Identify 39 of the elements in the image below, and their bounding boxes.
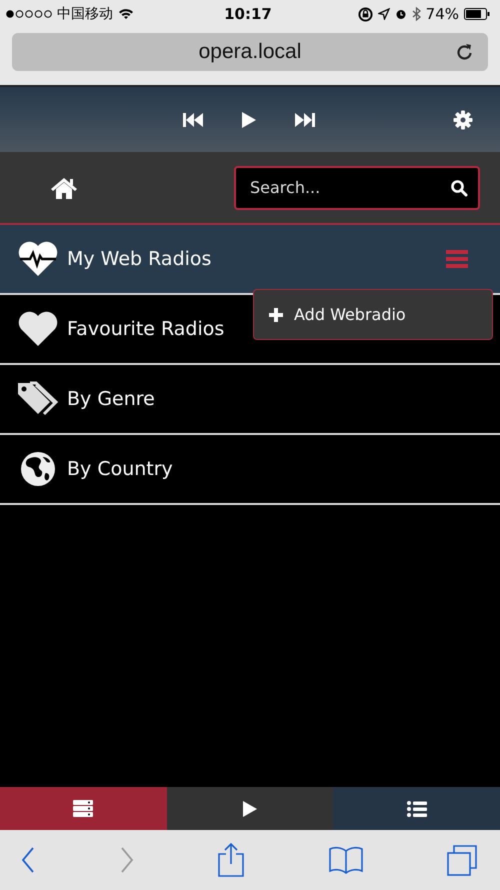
add-webradio-menu-item[interactable]: Add Webradio (254, 305, 406, 324)
carrier-name: 中国移动 (57, 5, 113, 23)
settings-button[interactable] (453, 110, 473, 130)
search-field[interactable]: Search... (234, 166, 480, 210)
reload-icon[interactable] (456, 42, 474, 62)
wifi-icon (118, 8, 134, 20)
globe-icon (20, 451, 56, 487)
bottom-tab[interactable] (333, 787, 500, 830)
home-button[interactable] (50, 176, 78, 200)
heartbeat-icon (16, 240, 58, 278)
heart-icon (16, 311, 58, 347)
previous-button[interactable] (182, 110, 204, 128)
menu-item-label: Favourite Radios (67, 318, 224, 340)
share-button[interactable] (217, 842, 245, 878)
location-icon (378, 8, 390, 20)
clock-time: 10:17 (224, 5, 272, 23)
next-button[interactable] (294, 110, 316, 128)
alarm-icon (394, 8, 407, 20)
bottom-tab[interactable] (0, 787, 167, 830)
bluetooth-icon (412, 7, 421, 21)
lock-rotation-icon (358, 6, 373, 22)
play-icon (242, 800, 258, 818)
signal-icon (6, 10, 52, 18)
plus-icon (268, 306, 284, 322)
search-icon[interactable] (450, 178, 468, 196)
back-button[interactable] (20, 846, 36, 874)
menu-item-label: By Genre (67, 388, 155, 410)
bookmarks-button[interactable] (328, 845, 364, 875)
battery-percent: 74% (426, 5, 459, 23)
tags-icon (16, 381, 60, 417)
server-icon (73, 800, 94, 818)
tabs-button[interactable] (446, 844, 478, 876)
menu-item[interactable]: My Web Radios (0, 225, 500, 295)
battery-icon (464, 8, 490, 20)
list-icon (406, 800, 427, 816)
address-bar[interactable]: opera.local (12, 33, 488, 71)
menu-item-label: My Web Radios (67, 248, 212, 270)
menu-item-label: By Country (67, 458, 173, 480)
play-button[interactable] (240, 110, 258, 130)
